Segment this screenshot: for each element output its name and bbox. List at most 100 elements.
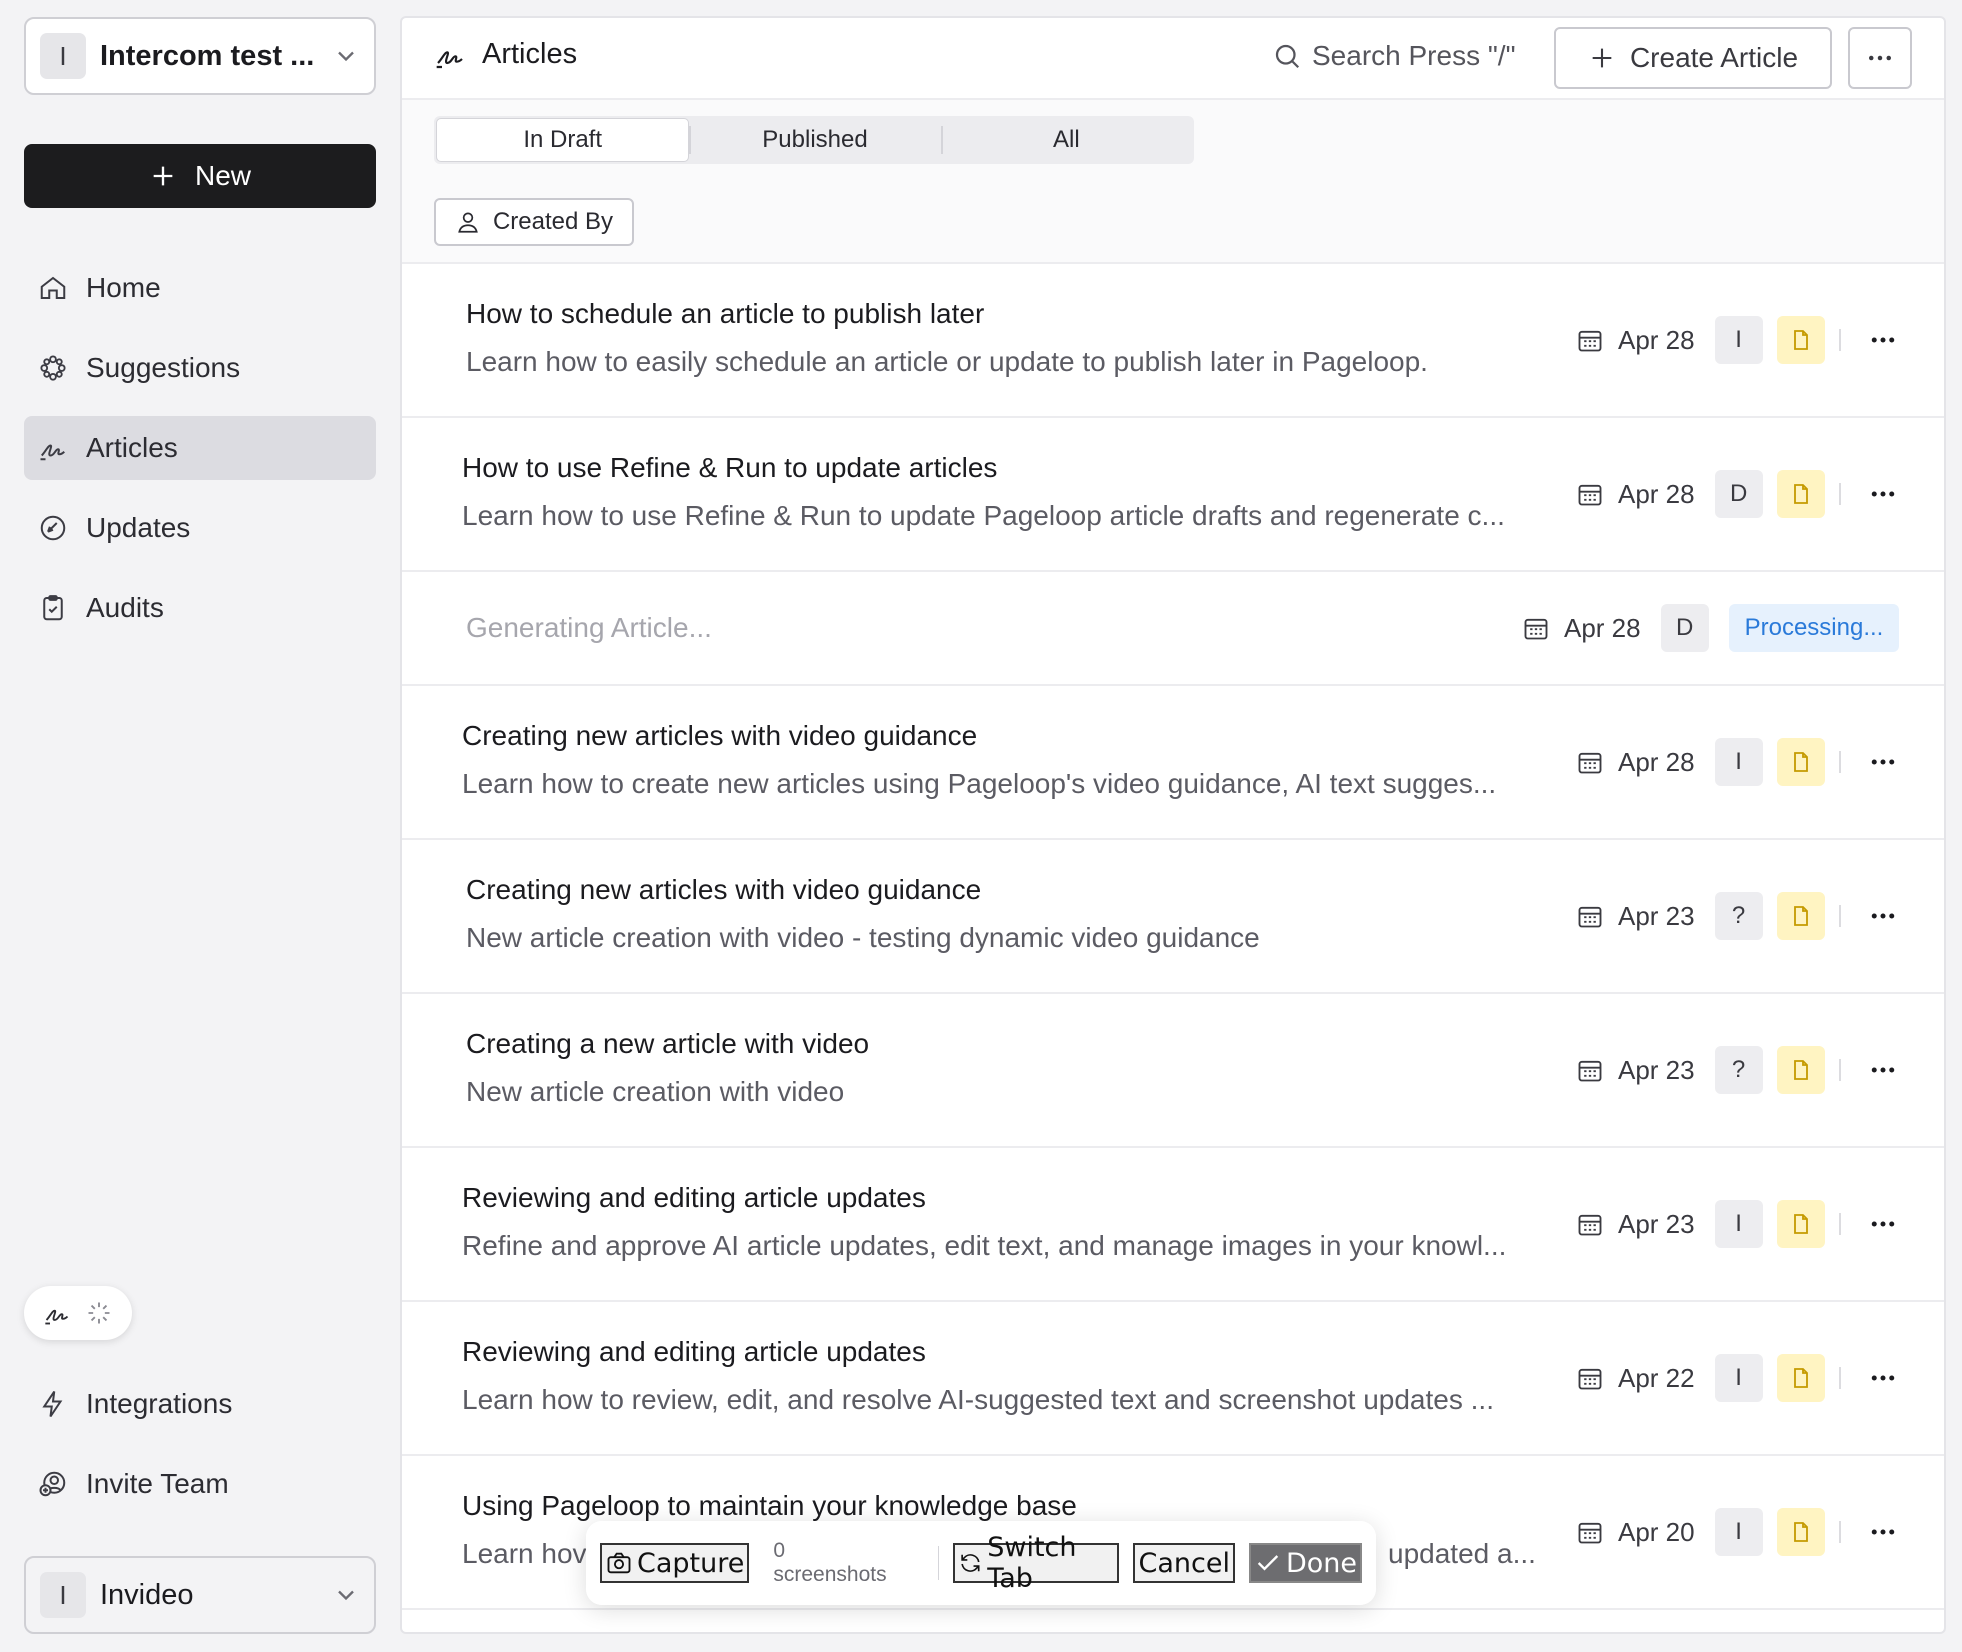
row-more-button[interactable] xyxy=(1865,1206,1901,1242)
workspace-name: Intercom test ... xyxy=(100,39,315,72)
article-row[interactable]: How to use Refine & Run to update articl… xyxy=(402,418,1944,572)
article-date: Apr 23 xyxy=(1576,1055,1695,1086)
row-more-button[interactable] xyxy=(1865,744,1901,780)
article-description: Learn how to use Refine & Run to update … xyxy=(462,500,1505,531)
divider xyxy=(1838,1521,1841,1543)
article-date: Apr 23 xyxy=(1576,1209,1695,1240)
calendar-icon xyxy=(1578,906,1602,928)
article-date: Apr 28 xyxy=(1522,613,1641,644)
article-date: Apr 28 xyxy=(1576,325,1695,356)
author-avatar: ? xyxy=(1714,1046,1763,1094)
draft-doc-badge[interactable] xyxy=(1776,1046,1825,1094)
search-input[interactable]: Search Press "/" xyxy=(1272,40,1516,72)
updates-icon xyxy=(40,515,66,541)
article-date: Apr 23 xyxy=(1576,901,1695,932)
created-by-filter[interactable]: Created By xyxy=(434,198,634,246)
switch-tab-button[interactable]: Switch Tab xyxy=(953,1532,1120,1594)
row-more-button[interactable] xyxy=(1865,898,1901,934)
row-more-button[interactable] xyxy=(1865,476,1901,512)
filter-bar: In Draft Published All Created By xyxy=(402,100,1944,264)
sidebar-item-updates[interactable]: Updates xyxy=(24,496,376,560)
camera-icon xyxy=(607,1552,631,1574)
workspace-selector[interactable]: I Intercom test ... xyxy=(24,17,376,95)
author-avatar: D xyxy=(1660,604,1709,652)
divider xyxy=(1838,483,1841,505)
articles-panel: Articles Search Press "/" Create Article… xyxy=(400,16,1946,1634)
draft-doc-badge[interactable] xyxy=(1776,1354,1825,1402)
article-date-text: Apr 28 xyxy=(1618,746,1695,777)
page-title-text: Articles xyxy=(482,38,578,70)
row-more-button[interactable] xyxy=(1865,322,1901,358)
lightning-icon xyxy=(42,1390,63,1418)
calendar-icon xyxy=(1578,752,1602,774)
tab-published[interactable]: Published xyxy=(689,118,940,162)
row-more-button[interactable] xyxy=(1865,1514,1901,1550)
new-button-label: New xyxy=(194,160,251,191)
article-row[interactable]: How to schedule an article to publish la… xyxy=(402,264,1944,418)
article-description: New article creation with video - testin… xyxy=(466,922,1260,953)
sidebar-item-suggestions[interactable]: Suggestions xyxy=(24,336,376,400)
sidebar-item-label: Integrations xyxy=(86,1388,233,1419)
draft-doc-badge[interactable] xyxy=(1776,892,1825,940)
calendar-icon xyxy=(1578,330,1602,352)
more-horizontal-icon xyxy=(1871,913,1894,919)
more-horizontal-icon xyxy=(1871,337,1894,343)
article-date: Apr 22 xyxy=(1576,1363,1695,1394)
more-horizontal-icon xyxy=(1871,759,1894,765)
article-meta: Apr 23 ? xyxy=(1576,840,1901,992)
sidebar-item-home[interactable]: Home xyxy=(24,256,376,320)
article-date: Apr 28 xyxy=(1576,747,1695,778)
article-row[interactable]: Reviewing and editing article updates Le… xyxy=(402,1302,1944,1456)
tab-all[interactable]: All xyxy=(940,118,1192,162)
row-more-button[interactable] xyxy=(1865,1052,1901,1088)
tab-in-draft[interactable]: In Draft xyxy=(436,118,690,162)
sidebar-item-integrations[interactable]: Integrations xyxy=(24,1372,376,1436)
article-title: Reviewing and editing article updates xyxy=(462,1336,926,1367)
article-row[interactable]: Creating new articles with video guidanc… xyxy=(402,686,1944,840)
article-row[interactable]: Creating new articles with video guidanc… xyxy=(402,840,1944,994)
article-title: Reviewing and editing article updates xyxy=(462,1182,926,1213)
new-button[interactable]: New xyxy=(24,144,376,208)
more-horizontal-icon xyxy=(1871,1221,1894,1227)
draft-doc-badge[interactable] xyxy=(1776,1200,1825,1248)
divider xyxy=(1838,1213,1841,1235)
divider xyxy=(937,1546,940,1580)
article-description-end: updated a... xyxy=(1388,1538,1536,1569)
top-bar: Articles Search Press "/" Create Article xyxy=(402,18,1944,100)
article-title: Creating a new article with video xyxy=(466,1028,870,1059)
draft-doc-badge[interactable] xyxy=(1776,738,1825,786)
sidebar-item-audits[interactable]: Audits xyxy=(24,576,376,640)
more-horizontal-icon xyxy=(1871,1529,1894,1535)
create-article-button[interactable]: Create Article xyxy=(1554,27,1832,89)
draft-doc-badge[interactable] xyxy=(1776,316,1825,364)
more-options-button[interactable] xyxy=(1848,27,1912,89)
workspace-selector-bottom[interactable]: I Invideo xyxy=(24,1556,376,1634)
article-title: Using Pageloop to maintain your knowledg… xyxy=(462,1490,1077,1521)
mini-toolbar-pill[interactable] xyxy=(24,1286,132,1340)
sidebar-item-label: Suggestions xyxy=(86,352,241,383)
document-icon xyxy=(1793,906,1808,926)
chevron-down-icon xyxy=(338,51,354,62)
article-row[interactable]: Creating a new article with video New ar… xyxy=(402,994,1944,1148)
capture-button[interactable]: Capture xyxy=(600,1543,750,1583)
document-icon xyxy=(1793,1368,1808,1388)
sidebar-item-invite-team[interactable]: Invite Team xyxy=(24,1452,376,1516)
cancel-button[interactable]: Cancel xyxy=(1133,1543,1235,1583)
article-meta: Apr 20 I xyxy=(1576,1456,1901,1608)
article-meta: Apr 28 D Processing... xyxy=(1522,572,1900,684)
document-icon xyxy=(1793,1060,1808,1080)
done-button[interactable]: Done xyxy=(1248,1543,1362,1583)
author-avatar: I xyxy=(1714,738,1763,786)
home-icon xyxy=(40,276,66,299)
article-row[interactable]: Reviewing and editing article updates Re… xyxy=(402,1148,1944,1302)
sidebar-item-articles[interactable]: Articles xyxy=(24,416,376,480)
draft-doc-badge[interactable] xyxy=(1776,1508,1825,1556)
capture-label: Capture xyxy=(637,1547,745,1579)
article-date-text: Apr 28 xyxy=(1564,612,1641,643)
article-description: Refine and approve AI article updates, e… xyxy=(462,1230,1507,1261)
article-meta: Apr 28 D xyxy=(1576,418,1901,570)
divider xyxy=(1838,1059,1841,1081)
row-more-button[interactable] xyxy=(1865,1360,1901,1396)
user-icon xyxy=(458,212,478,233)
draft-doc-badge[interactable] xyxy=(1776,470,1825,518)
